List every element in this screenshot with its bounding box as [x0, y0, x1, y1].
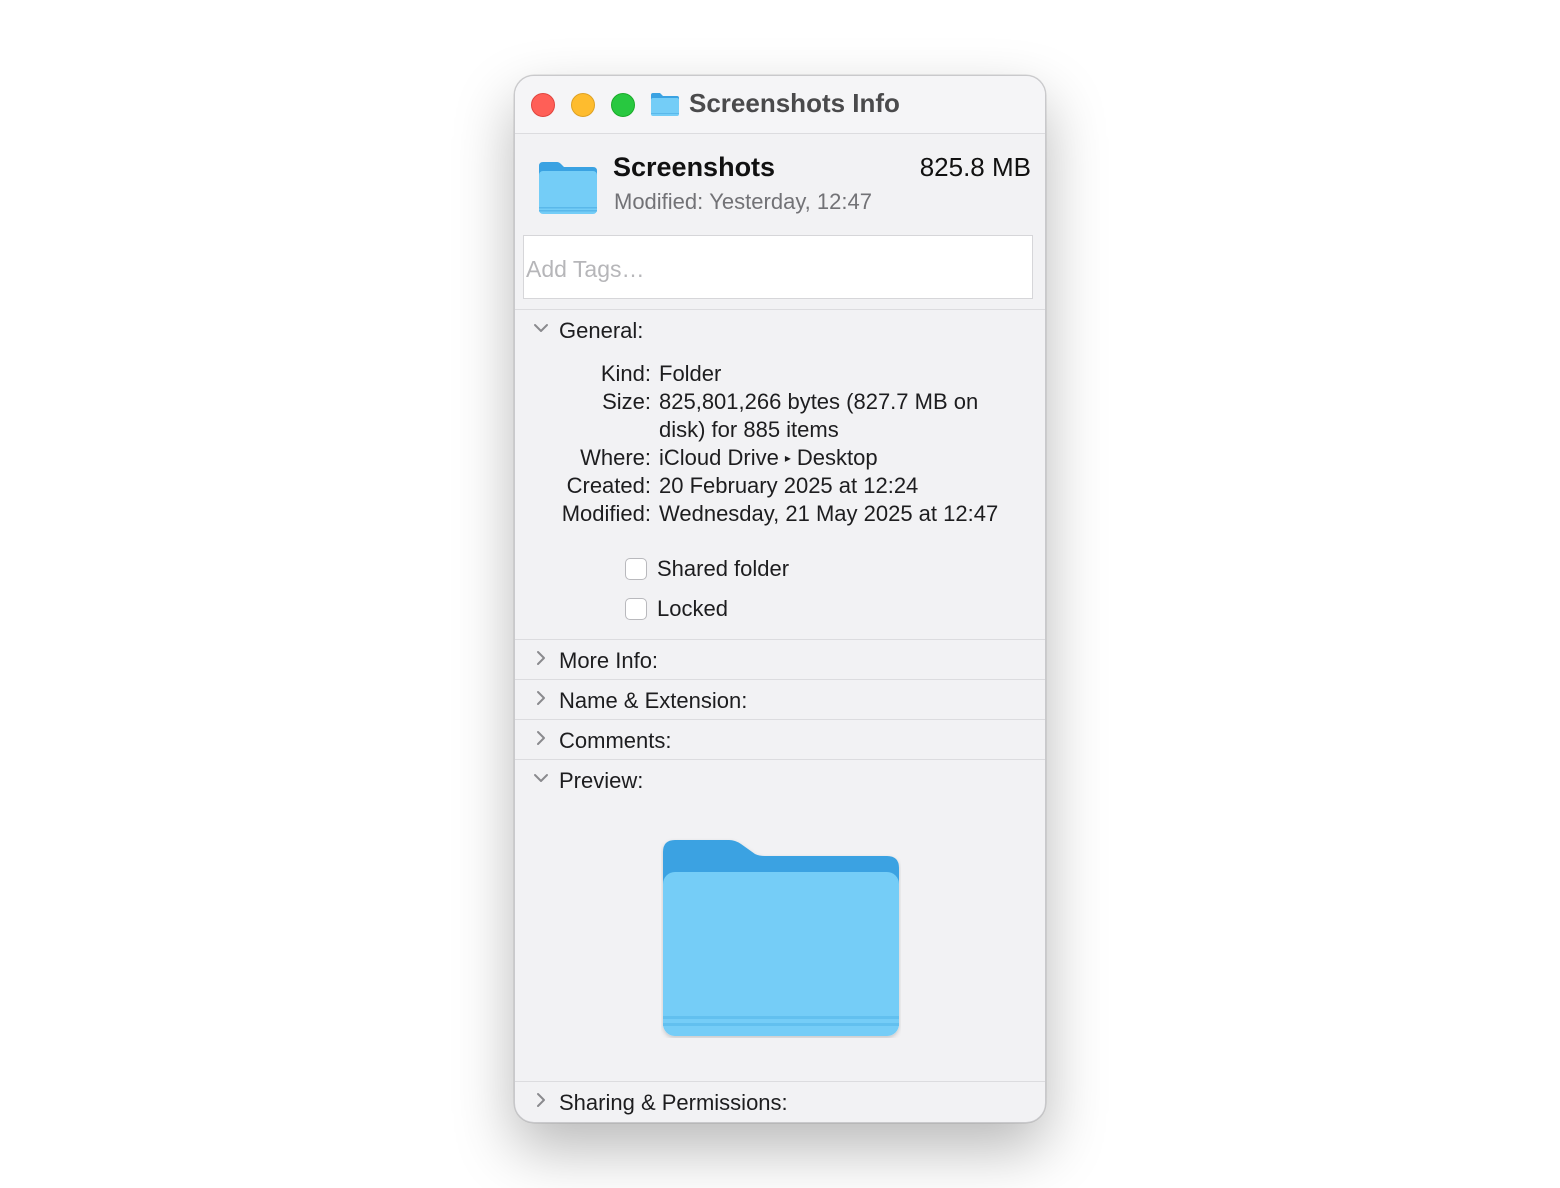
folder-icon	[539, 162, 597, 214]
title-bar[interactable]: Screenshots Info	[515, 76, 1045, 134]
modified-value: Yesterday, 12:47	[709, 189, 872, 214]
divider	[515, 639, 1045, 640]
tags-input[interactable]	[523, 235, 1033, 299]
shared-folder-label: Shared folder	[657, 556, 790, 581]
divider	[515, 719, 1045, 720]
close-button[interactable]	[531, 93, 555, 117]
created-label: Created:	[566, 473, 651, 498]
size-label: Size:	[602, 389, 651, 414]
where-value: iCloud Drive ▸ Desktop	[659, 445, 878, 471]
locked-label: Locked	[657, 596, 728, 621]
section-sharing-permissions-label: Sharing & Permissions:	[559, 1090, 788, 1115]
modified-summary: Modified: Yesterday, 12:47	[614, 189, 872, 215]
section-comments[interactable]: Comments:	[515, 721, 1045, 761]
chevron-right-icon	[537, 651, 545, 665]
section-more-info[interactable]: More Info:	[515, 641, 1045, 681]
size-value: 825,801,266 bytes (827.7 MB on	[659, 389, 979, 414]
section-sharing-permissions[interactable]: Sharing & Permissions:	[515, 1083, 1045, 1122]
chevron-right-icon	[537, 1093, 545, 1107]
section-name-extension[interactable]: Name & Extension:	[515, 681, 1045, 721]
section-general[interactable]: General:	[515, 311, 1045, 351]
zoom-button[interactable]	[611, 93, 635, 117]
kind-label: Kind:	[600, 361, 651, 386]
path-arrow-icon: ▸	[784, 451, 791, 465]
section-name-extension-label: Name & Extension:	[559, 688, 748, 713]
section-comments-label: Comments:	[559, 728, 672, 753]
file-size: 825.8 MB	[919, 152, 1031, 182]
modified-label: Modified:	[614, 189, 704, 214]
divider	[515, 679, 1045, 680]
where-label: Where:	[580, 445, 651, 470]
divider	[515, 759, 1045, 760]
created-value: 20 February 2025 at 12:24	[659, 473, 919, 498]
shared-folder-checkbox[interactable]	[625, 558, 647, 580]
chevron-right-icon	[537, 691, 545, 705]
where-location: iCloud Drive	[659, 445, 779, 470]
section-preview-label: Preview:	[559, 768, 644, 793]
size-value-continued: disk) for 885 items	[659, 417, 839, 442]
window-title: Screenshots Info	[689, 88, 900, 118]
locked-checkbox[interactable]	[625, 598, 647, 620]
chevron-right-icon	[537, 731, 545, 745]
folder-preview-icon	[663, 840, 899, 1036]
divider	[515, 1081, 1045, 1082]
modified-value-general: Wednesday, 21 May 2025 at 12:47	[659, 501, 999, 526]
chevron-down-icon	[534, 774, 548, 782]
divider	[515, 309, 1045, 310]
section-more-info-label: More Info:	[559, 648, 659, 673]
minimize-button[interactable]	[571, 93, 595, 117]
kind-value: Folder	[659, 361, 722, 386]
file-name: Screenshots	[613, 152, 776, 182]
info-window: Screenshots Info Screenshots 825.8 MB Mo…	[514, 75, 1046, 1123]
section-general-label: General:	[559, 318, 644, 343]
chevron-down-icon	[534, 324, 548, 332]
folder-icon	[651, 93, 679, 116]
where-folder: Desktop	[796, 445, 878, 470]
section-preview[interactable]: Preview:	[515, 761, 1045, 801]
modified-label-general: Modified:	[561, 501, 651, 526]
